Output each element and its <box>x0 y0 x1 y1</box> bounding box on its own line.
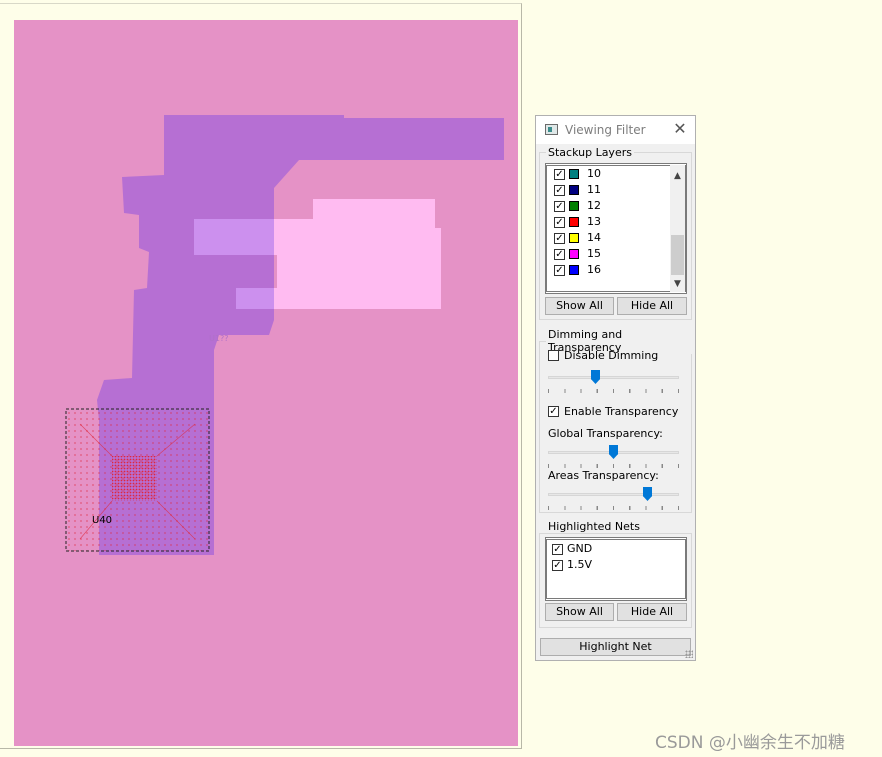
layer-checkbox[interactable]: ✓ <box>554 217 565 228</box>
layer-color-swatch[interactable] <box>569 265 579 275</box>
layer-name: 12 <box>587 199 601 212</box>
board-area[interactable]: U1?? <box>14 20 518 746</box>
net-label: U1?? <box>209 334 229 343</box>
layer-checkbox[interactable]: ✓ <box>554 265 565 276</box>
nets-hide-all-button[interactable]: Hide All <box>617 603 687 621</box>
watermark: CSDN @小幽余生不加糖 <box>655 733 845 753</box>
stackup-show-all-button[interactable]: Show All <box>545 297 614 315</box>
layer-color-swatch[interactable] <box>569 233 579 243</box>
global-transparency-ticks <box>548 464 679 468</box>
component-footprint[interactable] <box>60 404 220 559</box>
layer-checkbox[interactable]: ✓ <box>554 169 565 180</box>
layer-checkbox[interactable]: ✓ <box>554 249 565 260</box>
panel-title: Viewing Filter <box>565 123 646 137</box>
stackup-layers-title: Stackup Layers <box>546 146 634 159</box>
enable-transparency-checkbox[interactable]: ✓ <box>548 406 559 417</box>
layer-color-swatch[interactable] <box>569 217 579 227</box>
enable-transparency-label: Enable Transparency <box>564 405 679 418</box>
highlighted-nets-title: Highlighted Nets <box>546 520 642 533</box>
dimming-slider-track <box>548 376 679 379</box>
stackup-layer-list[interactable]: ✓ 10 ✓ 11 ✓ 12 ✓ 13 ✓ 14 ✓ 15 ✓ 16 ▲ ▼ <box>545 163 687 294</box>
scroll-down-icon[interactable]: ▼ <box>670 277 685 291</box>
net-checkbox[interactable]: ✓ <box>552 544 563 555</box>
net-name: 1.5V <box>567 558 593 571</box>
layer-checkbox[interactable]: ✓ <box>554 201 565 212</box>
net-name: GND <box>567 542 593 555</box>
resize-grip[interactable] <box>685 650 693 658</box>
areas-transparency-track <box>548 493 679 496</box>
layer-name: 16 <box>587 263 601 276</box>
layer-name: 14 <box>587 231 601 244</box>
viewing-filter-icon <box>545 124 558 135</box>
layer-color-swatch[interactable] <box>569 201 579 211</box>
layer-color-swatch[interactable] <box>569 169 579 179</box>
areas-transparency-thumb[interactable] <box>643 487 652 501</box>
dimming-slider-ticks <box>548 389 679 393</box>
layer-name: 13 <box>587 215 601 228</box>
layer-color-swatch[interactable] <box>569 249 579 259</box>
global-transparency-label: Global Transparency: <box>548 427 663 440</box>
areas-transparency-ticks <box>548 506 679 510</box>
highlighted-nets-list[interactable]: ✓ GND ✓ 1.5V <box>545 537 687 601</box>
layer-name: 15 <box>587 247 601 260</box>
dimming-slider-thumb[interactable] <box>591 370 600 384</box>
close-icon[interactable]: ✕ <box>671 120 689 138</box>
areas-transparency-slider[interactable] <box>548 487 679 510</box>
net-checkbox[interactable]: ✓ <box>552 560 563 571</box>
dimming-slider[interactable] <box>548 370 679 393</box>
areas-transparency-label: Areas Transparency: <box>548 469 659 482</box>
highlight-net-button[interactable]: Highlight Net <box>540 638 691 656</box>
layer-checkbox[interactable]: ✓ <box>554 185 565 196</box>
layer-list-scrollbar[interactable]: ▲ ▼ <box>670 165 685 292</box>
layer-checkbox[interactable]: ✓ <box>554 233 565 244</box>
viewing-filter-panel: Viewing Filter ✕ Stackup Layers ✓ 10 ✓ 11 ✓ 1… <box>535 115 696 661</box>
scroll-thumb[interactable] <box>671 235 684 275</box>
panel-titlebar[interactable]: Viewing Filter ✕ <box>536 116 695 144</box>
layer-name: 10 <box>587 167 601 180</box>
global-transparency-slider[interactable] <box>548 445 679 468</box>
nets-show-all-button[interactable]: Show All <box>545 603 614 621</box>
disable-dimming-checkbox[interactable] <box>548 350 559 361</box>
global-transparency-thumb[interactable] <box>609 445 618 459</box>
layer-color-swatch[interactable] <box>569 185 579 195</box>
component-label: U40 <box>92 515 113 526</box>
disable-dimming-label: Disable Dimming <box>564 349 659 362</box>
pcb-canvas[interactable]: U1?? U40 <box>0 3 522 749</box>
scroll-up-icon[interactable]: ▲ <box>670 169 685 183</box>
layer-name: 11 <box>587 183 601 196</box>
stackup-hide-all-button[interactable]: Hide All <box>617 297 687 315</box>
copper-plane-region[interactable] <box>14 20 518 746</box>
